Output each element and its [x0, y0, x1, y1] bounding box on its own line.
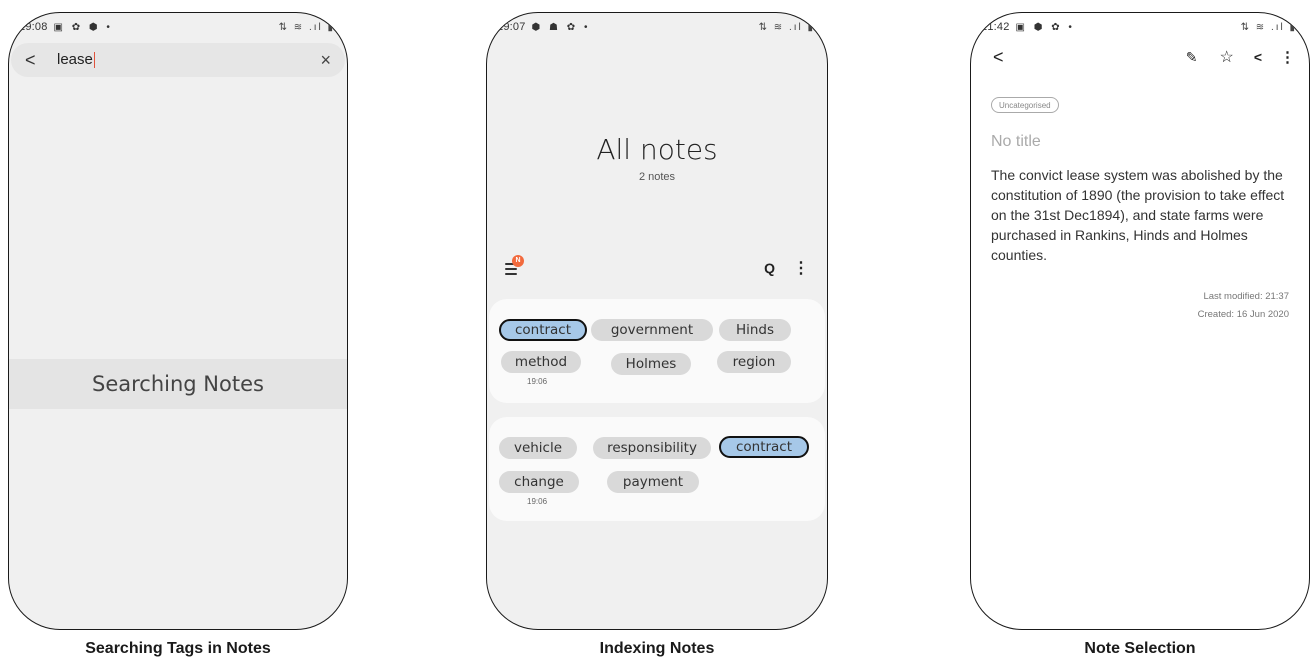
search-bar: < lease × [11, 43, 345, 77]
menu-icon[interactable]: N [505, 255, 524, 275]
note-toolbar: < ✎ ☆ < ⋮ [993, 45, 1295, 69]
category-chip[interactable]: Uncategorised [991, 97, 1059, 113]
tag-chip[interactable]: method [501, 351, 581, 373]
note-timestamp: 19:06 [527, 497, 548, 506]
note-card[interactable]: contract government Hinds method Holmes … [489, 299, 825, 403]
search-icon[interactable]: Q [764, 260, 775, 276]
tag-chip[interactable]: responsibility [593, 437, 711, 459]
phone-screen-search: 19:08 ▣ ✿ ⬢ • ⇅ ≋ .ıl ▮ < lease × Search… [8, 12, 348, 630]
status-time: 19:08 [19, 21, 48, 33]
back-icon[interactable]: < [993, 47, 1004, 68]
tag-chip[interactable]: payment [607, 471, 699, 493]
status-bar: 21:42 ▣ ⬢ ✿ • ⇅ ≋ .ıl ▮ [981, 19, 1297, 35]
notification-icons: ⬢ ☗ ✿ • [531, 21, 591, 33]
tag-chip[interactable]: change [499, 471, 579, 493]
note-card[interactable]: vehicle responsibility contract change p… [489, 417, 825, 521]
favorite-star-icon[interactable]: ☆ [1219, 47, 1233, 67]
signal-icons: ⇅ ≋ .ıl ▮ [278, 21, 335, 33]
caption-note-selection: Note Selection [1084, 640, 1196, 657]
edit-pencil-icon[interactable]: ✎ [1186, 49, 1198, 66]
status-time: 19:07 [497, 21, 526, 33]
status-bar: 19:08 ▣ ✿ ⬢ • ⇅ ≋ .ıl ▮ [19, 19, 335, 35]
tag-chip[interactable]: Hinds [719, 319, 791, 341]
more-options-icon[interactable]: ⋮ [793, 258, 809, 278]
page-title: All notes [596, 133, 718, 166]
notification-badge: N [512, 255, 524, 267]
phone-screen-all-notes: 19:07 ⬢ ☗ ✿ • ⇅ ≋ .ıl ▮ All notes 2 note… [486, 12, 828, 630]
tag-chip[interactable]: vehicle [499, 437, 577, 459]
clear-icon[interactable]: × [320, 50, 331, 71]
more-options-icon[interactable]: ⋮ [1280, 48, 1295, 66]
tag-chip[interactable]: contract [719, 436, 809, 458]
tag-chip[interactable]: contract [499, 319, 587, 341]
status-bar: 19:07 ⬢ ☗ ✿ • ⇅ ≋ .ıl ▮ [497, 19, 815, 35]
phone-screen-note-view: 21:42 ▣ ⬢ ✿ • ⇅ ≋ .ıl ▮ < ✎ ☆ < ⋮ Uncate… [970, 12, 1310, 630]
notes-count: 2 notes [638, 171, 676, 183]
searching-message: Searching Notes [9, 359, 347, 409]
caption-indexing: Indexing Notes [599, 640, 715, 657]
note-body[interactable]: The convict lease system was abolished b… [991, 165, 1295, 265]
created-date-text: Created: 16 Jun 2020 [1197, 309, 1289, 320]
tag-chip[interactable]: government [591, 319, 713, 341]
note-title[interactable]: No title [991, 133, 1041, 151]
tag-chip[interactable]: region [717, 351, 791, 373]
note-timestamp: 19:06 [527, 377, 548, 386]
signal-icons: ⇅ ≋ .ıl ▮ [1240, 21, 1297, 33]
notification-icons: ▣ ✿ ⬢ • [53, 21, 113, 33]
notes-toolbar: N Q ⋮ [505, 253, 809, 283]
tag-chip[interactable]: Holmes [611, 353, 691, 375]
share-icon[interactable]: < [1254, 49, 1262, 65]
search-input[interactable]: lease [57, 52, 95, 68]
status-time: 21:42 [981, 21, 1010, 33]
signal-icons: ⇅ ≋ .ıl ▮ [758, 21, 815, 33]
notification-icons: ▣ ⬢ ✿ • [1015, 21, 1075, 33]
last-modified-text: Last modified: 21:37 [1203, 291, 1289, 302]
back-icon[interactable]: < [25, 50, 47, 71]
caption-searching: Searching Tags in Notes [85, 640, 271, 657]
